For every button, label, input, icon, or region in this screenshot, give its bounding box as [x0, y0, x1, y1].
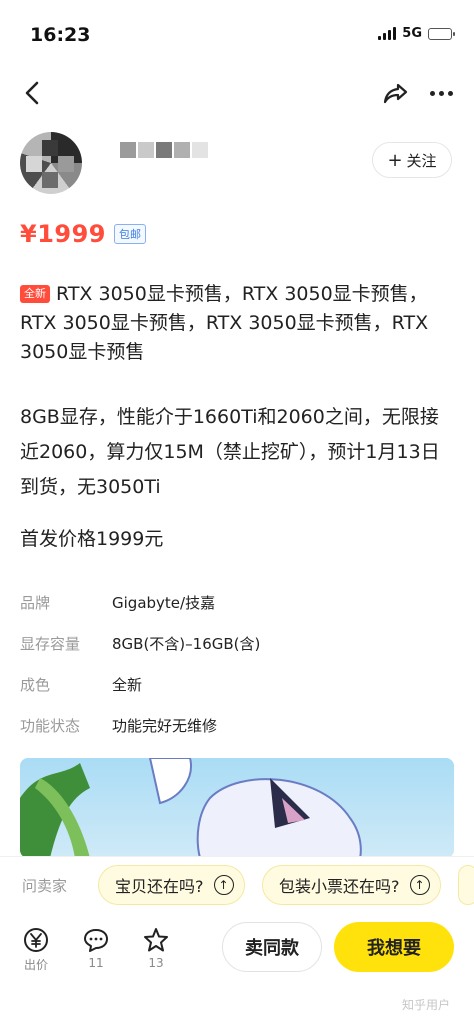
attribute-value: Gigabyte/技嘉	[112, 594, 216, 612]
arrow-up-icon: ↑	[409, 875, 430, 895]
attribute-value: 全新	[112, 676, 143, 694]
item-description: 8GB显存，性能介于1660Ti和2060之间，无限接近2060，算力仅15M（…	[20, 406, 440, 498]
star-icon	[144, 928, 168, 952]
quick-question-text: 包装小票还在吗?	[279, 877, 400, 896]
attribute-key: 显存容量	[20, 635, 81, 653]
status-time: 16:23	[30, 24, 91, 46]
launch-price-text: 首发价格1999元	[20, 528, 164, 550]
favorites-count: 13	[148, 956, 164, 970]
attribute-value: 8GB(不含)–16GB(含)	[112, 635, 261, 653]
free-shipping-badge: 包邮	[114, 224, 146, 244]
bid-button[interactable]: 出价	[16, 926, 56, 973]
attribute-row: 品牌 Gigabyte/技嘉	[20, 582, 456, 623]
follow-button[interactable]: + 关注	[372, 142, 452, 178]
item-title-text: RTX 3050显卡预售，RTX 3050显卡预售，RTX 3050显卡预售，R…	[20, 283, 429, 363]
item-title: 全新 RTX 3050显卡预售，RTX 3050显卡预售，RTX 3050显卡预售…	[20, 280, 456, 367]
seller-section: + 关注	[20, 132, 460, 194]
attribute-value: 功能完好无维修	[112, 717, 218, 735]
status-bar: 16:23 5G	[0, 0, 474, 58]
chevron-left-icon[interactable]	[18, 78, 48, 108]
plus-icon: +	[387, 149, 403, 171]
attribute-row: 成色 全新	[20, 664, 456, 705]
condition-tag: 全新	[20, 285, 50, 303]
comment-icon	[84, 929, 108, 952]
seller-name-blurred	[120, 142, 208, 158]
ask-seller-bar: 问卖家 宝贝还在吗? ↑ 包装小票还在吗? ↑	[0, 856, 474, 912]
attribute-key: 成色	[20, 676, 51, 694]
attribute-key: 品牌	[20, 594, 51, 612]
comments-count: 11	[88, 956, 104, 970]
bottom-action-bar: 出价 11 13 卖同款 我想要 知乎用户	[0, 912, 474, 1025]
favorite-button[interactable]: 13	[136, 926, 176, 970]
quick-question-chip[interactable]: 包装小票还在吗? ↑	[262, 865, 441, 905]
price-row: ¥1999 包邮	[20, 220, 146, 248]
sell-same-button[interactable]: 卖同款	[222, 922, 322, 972]
bid-label: 出价	[23, 958, 48, 972]
ask-seller-label: 问卖家	[22, 877, 68, 895]
quick-question-text: 宝贝还在吗?	[115, 877, 204, 896]
quick-question-chip[interactable]: 宝贝还在吗? ↑	[98, 865, 245, 905]
signal-icon	[378, 27, 397, 40]
more-icon[interactable]	[426, 78, 456, 108]
watermark-text: 知乎用户	[402, 998, 451, 1012]
attribute-row: 显存容量 8GB(不含)–16GB(含)	[20, 623, 456, 664]
nav-bar	[0, 68, 474, 118]
product-image-art	[20, 758, 362, 858]
attribute-row: 功能状态 功能完好无维修	[20, 705, 456, 746]
follow-label: 关注	[406, 151, 437, 170]
share-icon[interactable]	[380, 78, 412, 108]
arrow-up-icon: ↑	[213, 875, 234, 895]
avatar[interactable]	[20, 132, 82, 194]
battery-icon	[428, 27, 455, 40]
status-indicators: 5G	[378, 26, 455, 41]
attributes-list: 品牌 Gigabyte/技嘉 显存容量 8GB(不含)–16GB(含) 成色 全…	[20, 582, 456, 746]
price: ¥1999	[20, 220, 106, 248]
product-image[interactable]	[20, 758, 454, 858]
network-type: 5G	[402, 26, 422, 41]
yuan-circle-icon	[24, 928, 48, 952]
want-button[interactable]: 我想要	[334, 922, 454, 972]
comments-button[interactable]: 11	[76, 926, 116, 970]
quick-question-chip-partial[interactable]	[458, 865, 474, 905]
attribute-key: 功能状态	[20, 717, 81, 735]
